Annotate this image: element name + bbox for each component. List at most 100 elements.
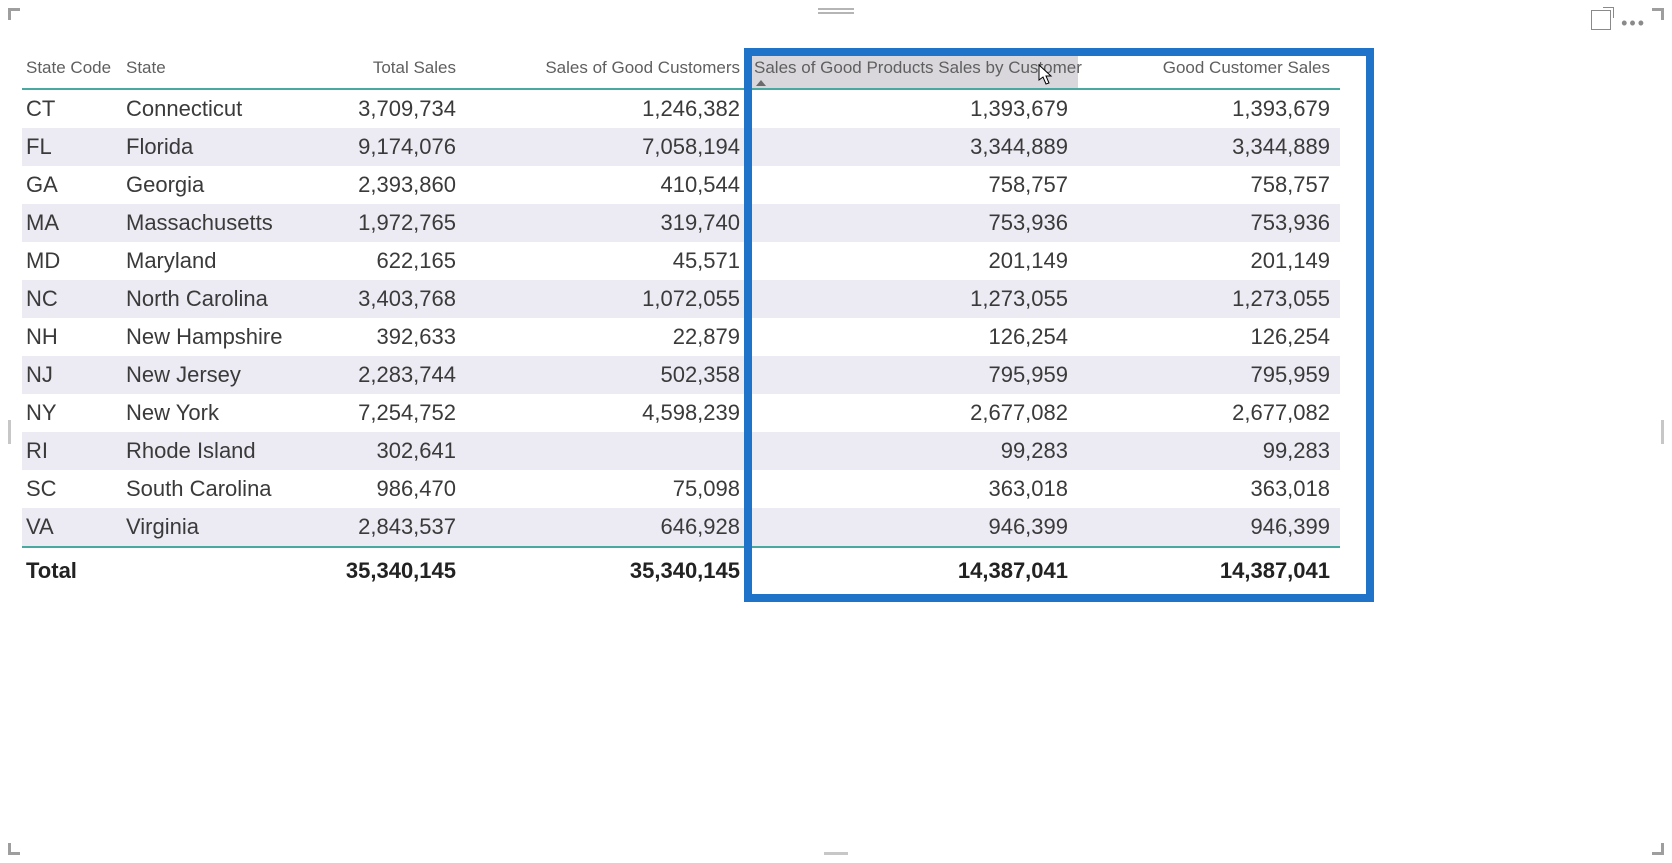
table-row[interactable]: MDMaryland622,16545,571201,149201,149 (22, 242, 1340, 280)
cell-good-customer-sales: 1,393,679 (1078, 89, 1340, 128)
cell-state-code: NC (22, 280, 122, 318)
cell-state-code: NY (22, 394, 122, 432)
cell-sales-good-customers: 4,598,239 (466, 394, 750, 432)
cell-state: Georgia (122, 166, 312, 204)
cell-good-customer-sales: 3,344,889 (1078, 128, 1340, 166)
cell-state-code: NH (22, 318, 122, 356)
resize-handle-top-left[interactable] (8, 8, 20, 20)
cell-state: Florida (122, 128, 312, 166)
cell-state: Massachusetts (122, 204, 312, 242)
cell-sales-good-customers: 319,740 (466, 204, 750, 242)
table-row[interactable]: NJNew Jersey2,283,744502,358795,959795,9… (22, 356, 1340, 394)
cell-sales-good-products: 1,273,055 (750, 280, 1078, 318)
more-options-icon[interactable]: ••• (1621, 18, 1646, 28)
cell-sales-good-products: 795,959 (750, 356, 1078, 394)
col-header-state[interactable]: State (122, 52, 312, 89)
resize-handle-bottom[interactable] (824, 852, 848, 855)
cell-state-code: GA (22, 166, 122, 204)
cell-sales-good-customers: 410,544 (466, 166, 750, 204)
resize-handle-left[interactable] (8, 420, 11, 444)
cell-state: New Hampshire (122, 318, 312, 356)
cell-total-sales: 302,641 (312, 432, 466, 470)
sort-ascending-icon (756, 80, 766, 86)
cell-sales-good-customers: 1,072,055 (466, 280, 750, 318)
resize-handle-bottom-left[interactable] (8, 843, 20, 855)
cell-total-sales: 2,843,537 (312, 508, 466, 547)
cell-sales-good-customers: 1,246,382 (466, 89, 750, 128)
data-table: State Code State Total Sales Sales of Go… (22, 52, 1340, 590)
resize-handle-top-right[interactable] (1652, 8, 1664, 20)
col-header-sales-good-customers[interactable]: Sales of Good Customers (466, 52, 750, 89)
cell-state: Virginia (122, 508, 312, 547)
resize-handle-right[interactable] (1661, 420, 1664, 444)
cell-total-sales: 3,709,734 (312, 89, 466, 128)
cell-state-code: VA (22, 508, 122, 547)
cell-total-sales: 3,403,768 (312, 280, 466, 318)
table-row[interactable]: RIRhode Island302,641 99,28399,283 (22, 432, 1340, 470)
total-sales-good-products: 14,387,041 (750, 547, 1078, 590)
cell-sales-good-products: 2,677,082 (750, 394, 1078, 432)
cell-good-customer-sales: 795,959 (1078, 356, 1340, 394)
cell-good-customer-sales: 1,273,055 (1078, 280, 1340, 318)
cell-sales-good-customers (466, 432, 750, 470)
total-sales-good-customers: 35,340,145 (466, 547, 750, 590)
cell-sales-good-customers: 7,058,194 (466, 128, 750, 166)
cell-state: Rhode Island (122, 432, 312, 470)
cell-good-customer-sales: 99,283 (1078, 432, 1340, 470)
table-row[interactable]: FLFlorida9,174,0767,058,1943,344,8893,34… (22, 128, 1340, 166)
cell-total-sales: 392,633 (312, 318, 466, 356)
table-row[interactable]: NYNew York7,254,7524,598,2392,677,0822,6… (22, 394, 1340, 432)
cell-total-sales: 1,972,765 (312, 204, 466, 242)
cell-sales-good-products: 99,283 (750, 432, 1078, 470)
table-row[interactable]: GAGeorgia2,393,860410,544758,757758,757 (22, 166, 1340, 204)
cell-good-customer-sales: 753,936 (1078, 204, 1340, 242)
resize-handle-bottom-right[interactable] (1652, 843, 1664, 855)
total-total-sales: 35,340,145 (312, 547, 466, 590)
cell-sales-good-products: 753,936 (750, 204, 1078, 242)
cell-sales-good-customers: 22,879 (466, 318, 750, 356)
table-row[interactable]: NHNew Hampshire392,63322,879126,254126,2… (22, 318, 1340, 356)
cell-good-customer-sales: 126,254 (1078, 318, 1340, 356)
cell-sales-good-products: 946,399 (750, 508, 1078, 547)
cell-sales-good-products: 1,393,679 (750, 89, 1078, 128)
cell-sales-good-products: 126,254 (750, 318, 1078, 356)
cell-state-code: RI (22, 432, 122, 470)
cell-total-sales: 7,254,752 (312, 394, 466, 432)
drag-grip-icon[interactable] (818, 6, 854, 16)
visual-header: ••• (1591, 10, 1646, 35)
cell-sales-good-products: 363,018 (750, 470, 1078, 508)
cell-state: South Carolina (122, 470, 312, 508)
cell-sales-good-customers: 646,928 (466, 508, 750, 547)
table-row[interactable]: CTConnecticut3,709,7341,246,3821,393,679… (22, 89, 1340, 128)
cell-state: Maryland (122, 242, 312, 280)
col-header-state-code[interactable]: State Code (22, 52, 122, 89)
table-body: CTConnecticut3,709,7341,246,3821,393,679… (22, 89, 1340, 547)
cell-total-sales: 622,165 (312, 242, 466, 280)
table-row[interactable]: MAMassachusetts1,972,765319,740753,93675… (22, 204, 1340, 242)
col-header-total-sales[interactable]: Total Sales (312, 52, 466, 89)
focus-mode-icon[interactable] (1591, 10, 1611, 35)
cell-sales-good-products: 201,149 (750, 242, 1078, 280)
col-header-good-customer-sales[interactable]: Good Customer Sales (1078, 52, 1340, 89)
table-visual-container: ••• State Code State Total Sales Sales o… (8, 8, 1664, 855)
cell-total-sales: 2,283,744 (312, 356, 466, 394)
total-label: Total (22, 547, 122, 590)
table-row[interactable]: SCSouth Carolina986,47075,098363,018363,… (22, 470, 1340, 508)
cell-total-sales: 9,174,076 (312, 128, 466, 166)
cell-good-customer-sales: 758,757 (1078, 166, 1340, 204)
table-row[interactable]: VAVirginia2,843,537646,928946,399946,399 (22, 508, 1340, 547)
cell-good-customer-sales: 2,677,082 (1078, 394, 1340, 432)
cell-state-code: MA (22, 204, 122, 242)
cell-state-code: MD (22, 242, 122, 280)
table-header-row: State Code State Total Sales Sales of Go… (22, 52, 1340, 89)
cell-sales-good-customers: 75,098 (466, 470, 750, 508)
col-header-sales-good-products-by-customer[interactable]: Sales of Good Products Sales by Customer (750, 52, 1078, 89)
table-total-row: Total 35,340,145 35,340,145 14,387,041 1… (22, 547, 1340, 590)
cell-state-code: SC (22, 470, 122, 508)
cell-state-code: NJ (22, 356, 122, 394)
cell-good-customer-sales: 363,018 (1078, 470, 1340, 508)
cell-state-code: CT (22, 89, 122, 128)
table-row[interactable]: NCNorth Carolina3,403,7681,072,0551,273,… (22, 280, 1340, 318)
cell-good-customer-sales: 946,399 (1078, 508, 1340, 547)
total-good-customer-sales: 14,387,041 (1078, 547, 1340, 590)
